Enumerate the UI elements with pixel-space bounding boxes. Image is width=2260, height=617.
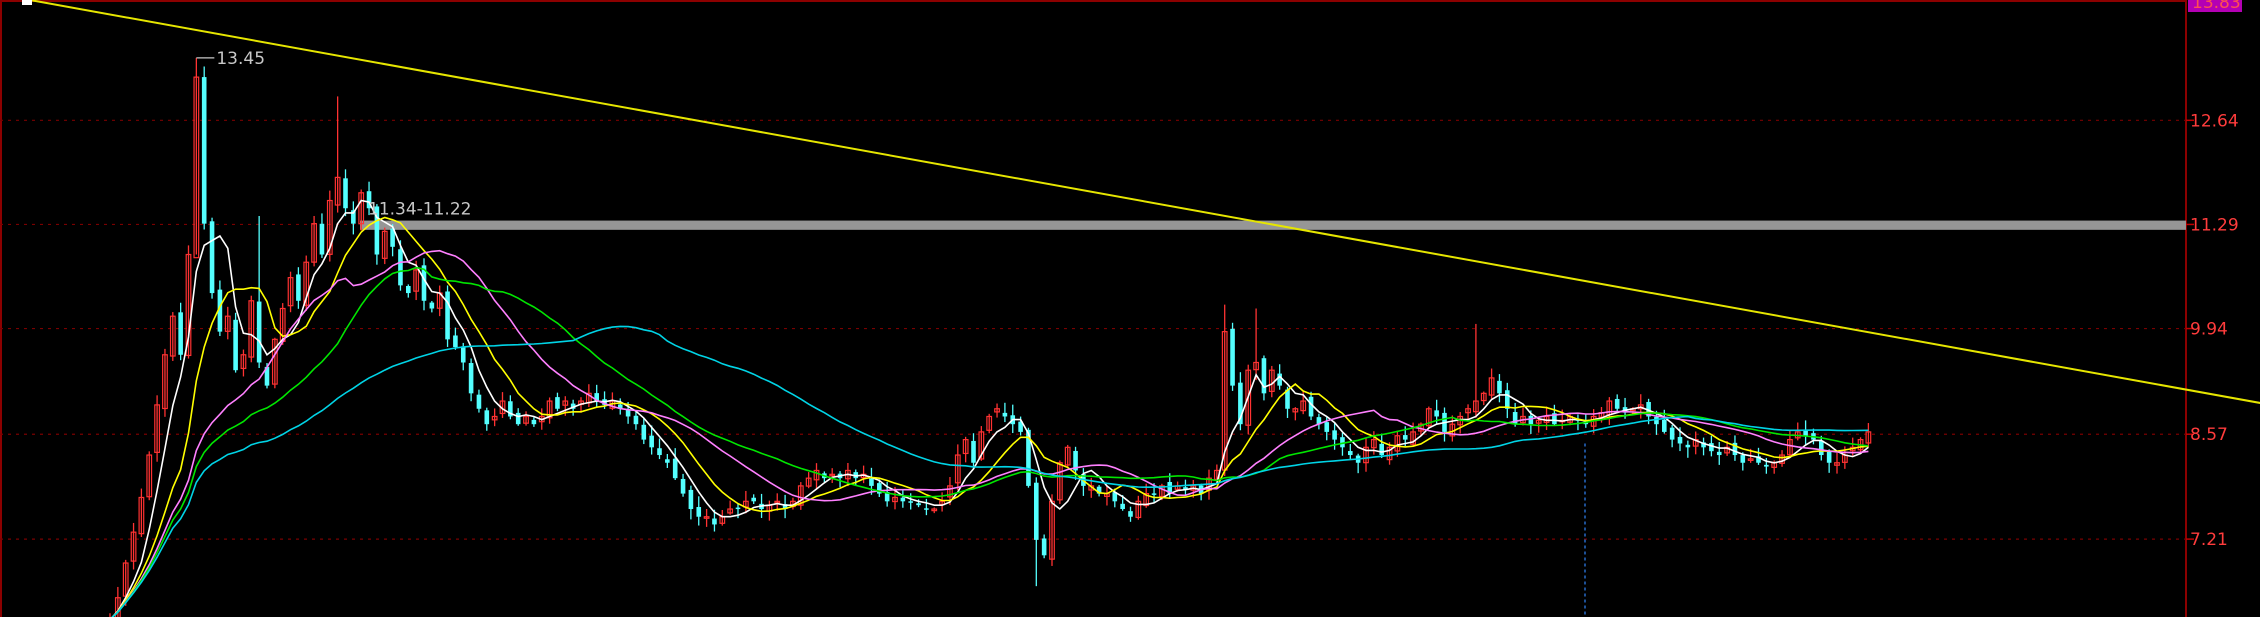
candle-body (233, 319, 238, 371)
candle-143[interactable] (1230, 322, 1235, 391)
candle-body (633, 415, 639, 425)
candle-body (680, 478, 686, 494)
candle-body (1379, 443, 1384, 456)
candle-body (555, 397, 560, 409)
candle-body (429, 302, 435, 309)
y-tick-label-3: 8.57 (2190, 425, 2228, 445)
y-tick-label-1: 11.29 (2190, 215, 2239, 235)
candle-body (649, 435, 654, 448)
candle-body (1332, 430, 1337, 440)
candle-body (1348, 451, 1353, 456)
candle-body (1669, 427, 1675, 440)
candle-body (1002, 412, 1008, 417)
candle-body (1128, 511, 1133, 517)
candle-body (1434, 410, 1439, 417)
candle-body (672, 458, 678, 479)
candle-body (515, 412, 521, 425)
candle-body (531, 419, 537, 425)
candle-body (406, 286, 411, 294)
candle-body (1151, 493, 1157, 495)
candle-body (688, 489, 694, 510)
candle-body (468, 363, 474, 394)
candle-body (1230, 328, 1235, 386)
y-tick-label-2: 9.94 (2190, 320, 2228, 340)
y-tick-label-4: 7.21 (2190, 530, 2228, 550)
candle-body (1505, 390, 1510, 409)
candle-body (1685, 444, 1691, 448)
y-axis-max-label: 13.83 (2192, 0, 2241, 13)
candle-body (1041, 538, 1047, 556)
candle-body (924, 508, 929, 510)
candle-body (1764, 464, 1769, 467)
candle-body (751, 497, 756, 502)
candle-body (1819, 440, 1824, 456)
candle-body (1716, 451, 1722, 456)
candle-body (869, 478, 874, 486)
candle-body (201, 77, 207, 224)
candle-body (712, 518, 717, 525)
candle-body (625, 410, 631, 417)
candle-body (641, 424, 647, 440)
candle-body (319, 223, 325, 255)
candle-body (735, 507, 741, 510)
candle-body (1034, 482, 1039, 540)
candle-body (1120, 503, 1125, 510)
candle-body (900, 497, 906, 502)
stock-kline-chart[interactable]: 13.45 11.34-11.22 13.83 12.64 11.29 9.94 8.… (0, 0, 2260, 617)
candle-body (178, 312, 183, 355)
candle-16[interactable] (233, 312, 238, 373)
candle-body (1614, 398, 1620, 409)
candle-body (1402, 435, 1408, 440)
candle-body (398, 249, 403, 286)
candle-body (916, 503, 921, 506)
candle-body (696, 507, 702, 517)
candle-body (908, 501, 913, 503)
candle-body (460, 346, 466, 363)
candle-body (445, 291, 450, 340)
candle-body (1528, 415, 1534, 425)
peak-price-label: 13.45 (216, 49, 265, 69)
candle-body (1662, 419, 1667, 432)
candle-body (1803, 430, 1808, 436)
candle-body (256, 301, 262, 363)
chart-canvas[interactable]: 13.45 11.34-11.22 13.83 12.64 11.29 9.94 8.… (0, 0, 2260, 617)
candle-body (1497, 380, 1502, 394)
zone-range-label: 11.34-11.22 (368, 200, 471, 220)
y-tick-label-0: 12.64 (2190, 111, 2239, 131)
candle-body (476, 394, 482, 409)
candle-12[interactable] (201, 66, 207, 230)
candle-body (296, 274, 301, 301)
candle-body (453, 335, 458, 348)
trendline-anchor (22, 0, 32, 5)
candle-body (1324, 422, 1330, 432)
candle-body (1677, 436, 1683, 444)
candle-body (209, 221, 215, 294)
candle-body (1654, 416, 1659, 425)
candle-body (343, 178, 348, 209)
candle-body (484, 410, 490, 425)
candle-body (665, 459, 670, 463)
candle-body (1740, 455, 1746, 463)
candle-13[interactable] (209, 217, 215, 299)
plot-background (0, 0, 2260, 617)
candle-body (1826, 451, 1832, 463)
candle-body (657, 448, 662, 456)
candle-43[interactable] (445, 285, 450, 347)
candle-body (1709, 443, 1714, 452)
candle-body (971, 440, 976, 463)
